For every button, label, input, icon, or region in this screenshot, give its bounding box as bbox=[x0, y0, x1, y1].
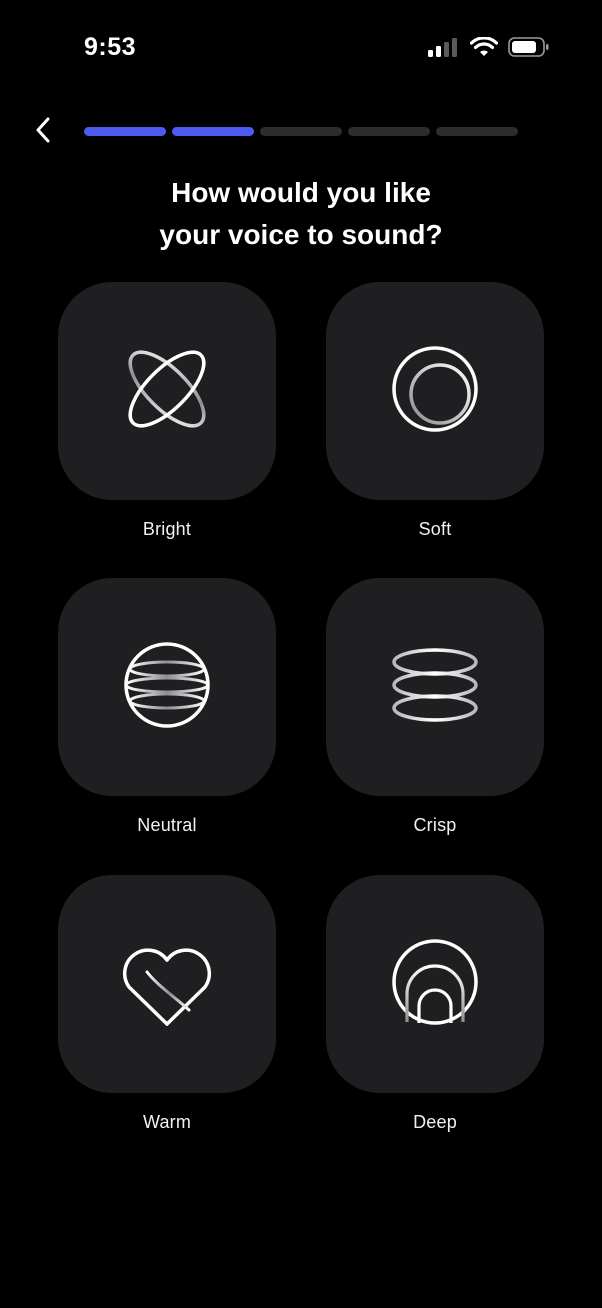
voice-option-tile[interactable] bbox=[58, 282, 276, 500]
voice-option-tile[interactable] bbox=[326, 282, 544, 500]
status-time: 9:53 bbox=[84, 33, 137, 61]
voice-option-crisp[interactable]: Crisp bbox=[326, 578, 544, 836]
voice-option-tile[interactable] bbox=[58, 578, 276, 796]
voice-option-soft[interactable]: Soft bbox=[326, 282, 544, 540]
wifi-icon bbox=[469, 36, 499, 62]
voice-option-bright[interactable]: Bright bbox=[58, 282, 276, 540]
crisp-voice-icon bbox=[385, 635, 485, 740]
voice-option-label: Crisp bbox=[413, 815, 457, 835]
progress-step bbox=[436, 127, 518, 136]
voice-option-tile[interactable] bbox=[58, 875, 276, 1093]
voice-option-neutral[interactable]: Neutral bbox=[58, 578, 276, 836]
warm-voice-icon bbox=[117, 932, 217, 1037]
voice-option-deep[interactable]: Deep bbox=[326, 875, 544, 1133]
voice-option-label: Soft bbox=[418, 519, 452, 539]
voice-option-label: Deep bbox=[413, 1112, 457, 1132]
progress-step bbox=[348, 127, 430, 136]
title-line-2: your voice to sound? bbox=[159, 219, 443, 250]
neutral-voice-icon bbox=[117, 635, 217, 740]
status-icons bbox=[428, 36, 550, 63]
soft-voice-icon bbox=[385, 339, 485, 444]
chevron-left-icon bbox=[35, 116, 51, 149]
voice-option-tile[interactable] bbox=[326, 578, 544, 796]
progress-step bbox=[84, 127, 166, 136]
status-bar: 9:53 bbox=[0, 0, 602, 96]
progress-step bbox=[172, 127, 254, 136]
voice-option-label: Neutral bbox=[137, 815, 197, 835]
deep-voice-icon bbox=[385, 932, 485, 1037]
bright-voice-icon bbox=[117, 339, 217, 444]
page-title: How would you like your voice to sound? bbox=[0, 172, 602, 256]
title-line-1: How would you like bbox=[171, 177, 431, 208]
back-button[interactable] bbox=[26, 112, 60, 152]
voice-option-warm[interactable]: Warm bbox=[58, 875, 276, 1133]
battery-icon bbox=[508, 36, 550, 63]
progress-indicator bbox=[84, 127, 518, 136]
voice-option-label: Warm bbox=[142, 1112, 192, 1132]
progress-step bbox=[260, 127, 342, 136]
voice-option-label: Bright bbox=[142, 519, 192, 539]
voice-option-tile[interactable] bbox=[326, 875, 544, 1093]
cellular-signal-icon bbox=[428, 37, 460, 62]
